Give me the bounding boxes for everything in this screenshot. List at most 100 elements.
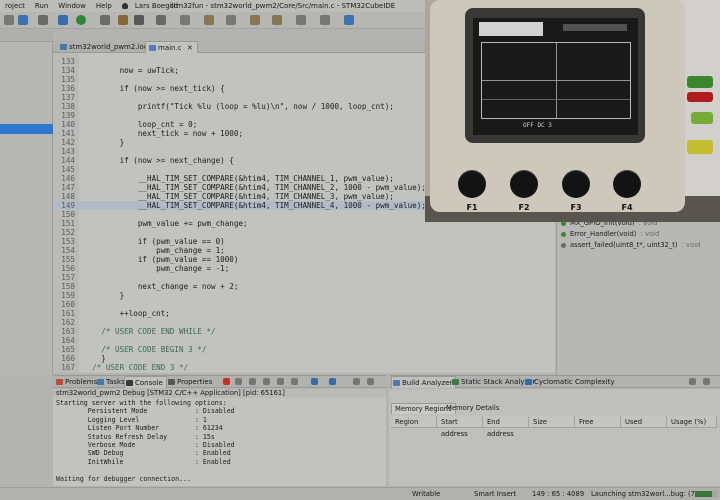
build-analyzer-icon xyxy=(393,380,400,386)
launch-progress-bar xyxy=(695,491,717,497)
tab-ioc-file[interactable]: stm32world_pwm2.ioc xyxy=(57,41,152,53)
line-text: } xyxy=(83,291,125,300)
tab-cyclomatic-label: Cyclomatic Complexity xyxy=(534,378,615,386)
code-line[interactable]: 164 xyxy=(53,336,555,345)
tab-console[interactable]: Console xyxy=(124,376,167,388)
tab-ioc-label: stm32world_pwm2.ioc xyxy=(69,43,148,51)
column-size[interactable]: Size xyxy=(529,416,575,428)
column-free[interactable]: Free xyxy=(575,416,621,428)
maximize-build-icon[interactable] xyxy=(703,378,710,385)
column-start-address[interactable]: Start address xyxy=(437,416,483,438)
channel-indicator xyxy=(479,22,543,36)
external-tools-icon[interactable] xyxy=(100,15,110,25)
display-console-icon[interactable] xyxy=(311,378,318,385)
code-line[interactable]: 160 xyxy=(53,300,555,309)
code-line[interactable]: 158 next_change = now + 2; xyxy=(53,282,555,291)
line-text: /* USER CODE BEGIN 3 */ xyxy=(83,345,207,354)
desktop-screen: roject Run Window Help Lars Boegild stm3… xyxy=(0,0,720,500)
line-number: 165 xyxy=(61,345,75,354)
prev-annotation-icon[interactable] xyxy=(226,15,236,25)
tab-build-analyzer[interactable]: Build Analyzer xyxy=(391,376,457,388)
code-line[interactable]: 163 /* USER CODE END WHILE */ xyxy=(53,327,555,336)
line-number: 157 xyxy=(61,273,75,282)
save-icon[interactable] xyxy=(18,15,28,25)
maximize-icon[interactable] xyxy=(367,378,374,385)
tab-properties[interactable]: Properties xyxy=(167,376,212,388)
code-line[interactable]: 154 pwm_change = 1; xyxy=(53,246,555,255)
minimize-icon[interactable] xyxy=(353,378,360,385)
code-line[interactable]: 167 /* USER CODE END 3 */ xyxy=(53,363,555,372)
word-wrap-icon[interactable] xyxy=(277,378,284,385)
terminate-icon[interactable] xyxy=(223,378,230,385)
open-file-icon[interactable] xyxy=(134,15,144,25)
debug-icon[interactable] xyxy=(58,15,68,25)
new-project-icon[interactable] xyxy=(118,15,128,25)
outline-return: : void xyxy=(640,230,660,238)
close-tab-icon[interactable]: ✕ xyxy=(187,44,193,52)
column-region[interactable]: Region xyxy=(391,416,437,428)
code-line[interactable]: 161 ++loop_cnt; xyxy=(53,309,555,318)
mark-icon[interactable] xyxy=(180,15,190,25)
settings-icon[interactable] xyxy=(4,15,14,25)
console-output[interactable]: Starting server with the following optio… xyxy=(53,398,386,486)
code-line[interactable]: 162 xyxy=(53,318,555,327)
next-annotation-icon[interactable] xyxy=(204,15,214,25)
code-line[interactable]: 156 pwm_change = -1; xyxy=(53,264,555,273)
column-used[interactable]: Used xyxy=(621,416,667,428)
tab-tasks[interactable]: Tasks xyxy=(96,376,125,388)
outline-item-error-handler[interactable]: Error_Handler(void) : void xyxy=(561,229,659,240)
f1-knob xyxy=(458,170,486,198)
line-number: 139 xyxy=(61,111,75,120)
console-launch-title: stm32world_pwm2 Debug [STM32 C/C++ Appli… xyxy=(53,389,386,398)
line-number: 149 xyxy=(61,201,75,210)
lime-led xyxy=(691,112,713,124)
menu-help[interactable]: Help xyxy=(91,0,117,12)
search-icon[interactable] xyxy=(156,15,166,25)
trigger-bar xyxy=(563,24,627,31)
pin-console-icon[interactable] xyxy=(291,378,298,385)
line-number: 161 xyxy=(61,309,75,318)
forward-icon[interactable] xyxy=(296,15,306,25)
clear-console-icon[interactable] xyxy=(249,378,256,385)
code-line[interactable]: 165 /* USER CODE BEGIN 3 */ xyxy=(53,345,555,354)
column-end-address[interactable]: End address xyxy=(483,416,529,438)
menu-project[interactable]: roject xyxy=(0,0,30,12)
subtab-memory-details[interactable]: Memory Details xyxy=(443,403,502,414)
user-icon xyxy=(121,3,128,9)
back-icon[interactable] xyxy=(272,15,282,25)
code-line[interactable]: 159 } xyxy=(53,291,555,300)
tab-properties-label: Properties xyxy=(177,378,213,386)
pin-icon[interactable] xyxy=(320,15,330,25)
selected-project-item[interactable] xyxy=(0,124,53,134)
code-line[interactable]: 155 if (pwm_value == 1000) xyxy=(53,255,555,264)
console-line: Persistent Mode : Disabled xyxy=(56,407,235,416)
scope-grid xyxy=(481,42,631,119)
info-icon[interactable] xyxy=(344,15,354,25)
code-line[interactable]: 168} xyxy=(53,372,555,373)
column-usage[interactable]: Usage (%) xyxy=(667,416,717,428)
tab-problems[interactable]: Problems xyxy=(55,376,97,388)
line-text: loop_cnt = 0; xyxy=(83,120,198,129)
tab-cyclomatic[interactable]: Cyclomatic Complexity xyxy=(524,376,615,388)
new-console-icon[interactable] xyxy=(329,378,336,385)
console-icon xyxy=(126,380,133,386)
remove-launch-icon[interactable] xyxy=(235,378,242,385)
tab-main-c[interactable]: main.c ✕ xyxy=(145,41,198,53)
scroll-lock-icon[interactable] xyxy=(263,378,270,385)
line-number: 144 xyxy=(61,156,75,165)
tab-static-stack[interactable]: Static Stack Analyzer xyxy=(451,376,535,388)
build-icon[interactable] xyxy=(38,15,48,25)
last-edit-icon[interactable] xyxy=(250,15,260,25)
status-launch-task[interactable]: Launching stm32worl...bug: (79%) xyxy=(591,488,708,500)
line-number: 135 xyxy=(61,75,75,84)
minimize-build-icon[interactable] xyxy=(689,378,696,385)
menu-run[interactable]: Run xyxy=(30,0,53,12)
outline-item-assert-failed[interactable]: assert_failed(uint8_t*, uint32_t) : void xyxy=(561,240,700,251)
run-icon[interactable] xyxy=(76,15,86,25)
code-line[interactable]: 152 xyxy=(53,228,555,237)
code-line[interactable]: 153 if (pwm_value == 0) xyxy=(53,237,555,246)
cyclomatic-icon xyxy=(525,379,532,385)
code-line[interactable]: 166 } xyxy=(53,354,555,363)
code-line[interactable]: 157 xyxy=(53,273,555,282)
menu-window[interactable]: Window xyxy=(53,0,91,12)
